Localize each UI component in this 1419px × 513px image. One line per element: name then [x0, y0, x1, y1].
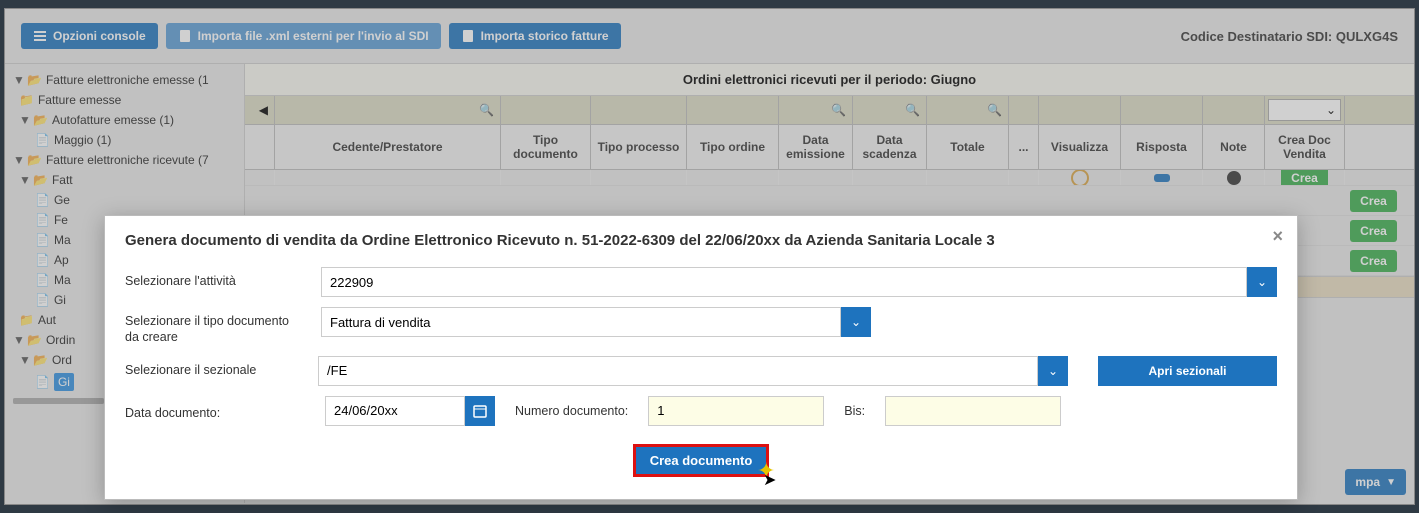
- panel-title: Ordini elettronici ricevuti per il perio…: [245, 64, 1414, 96]
- label-bis: Bis:: [844, 404, 865, 418]
- col-note[interactable]: Note: [1203, 125, 1265, 169]
- view-icon[interactable]: [1071, 170, 1089, 186]
- search-icon: 🔍: [987, 103, 1002, 117]
- crea-button[interactable]: Crea: [1350, 220, 1397, 242]
- import-xml-label: Importa file .xml esterni per l'invio al…: [198, 29, 429, 43]
- import-xml-button[interactable]: Importa file .xml esterni per l'invio al…: [166, 23, 441, 49]
- filter-de[interactable]: 🔍: [779, 96, 853, 124]
- filter-crea[interactable]: ⌄: [1265, 96, 1345, 124]
- filter-vis: [1039, 96, 1121, 124]
- crea-button[interactable]: Crea: [1281, 170, 1328, 186]
- import-history-button[interactable]: Importa storico fatture: [449, 23, 621, 49]
- filter-ced[interactable]: 🔍: [275, 96, 501, 124]
- tree-fee[interactable]: ▼📂Fatture elettroniche emesse (1: [13, 70, 240, 90]
- response-button[interactable]: [1154, 174, 1170, 182]
- filter-proc: [591, 96, 687, 124]
- col-ord[interactable]: Tipo ordine: [687, 125, 779, 169]
- filter-row: ◀ 🔍 🔍 🔍 🔍 ⌄: [245, 96, 1414, 125]
- activity-select[interactable]: [321, 267, 1247, 297]
- label-sezionale: Selezionare il sezionale: [125, 356, 302, 378]
- doc-date-input[interactable]: [325, 396, 465, 426]
- col-de[interactable]: Data emissione: [779, 125, 853, 169]
- filter-risp: [1121, 96, 1203, 124]
- col-tipo[interactable]: Tipo documento: [501, 125, 591, 169]
- tree-fer[interactable]: ▼📂Fatture elettroniche ricevute (7: [13, 150, 240, 170]
- bis-input[interactable]: [885, 396, 1061, 426]
- sectional-select[interactable]: [318, 356, 1038, 386]
- calendar-button[interactable]: [465, 396, 495, 426]
- col-vis[interactable]: Visualizza: [1039, 125, 1121, 169]
- col-risp[interactable]: Risposta: [1121, 125, 1203, 169]
- chevron-down-icon: ▼: [1386, 477, 1396, 488]
- doctype-select[interactable]: [321, 307, 841, 337]
- label-tipodoc: Selezionare il tipo documento da creare: [125, 307, 305, 346]
- filter-note: [1203, 96, 1265, 124]
- calendar-icon: [473, 404, 487, 418]
- chevron-down-icon: ⌄: [851, 315, 861, 329]
- note-dot-icon[interactable]: [1227, 171, 1241, 185]
- sdi-code-label: Codice Destinatario SDI: QULXG4S: [1181, 29, 1398, 44]
- label-date: Data documento:: [125, 399, 305, 421]
- doc-number-input[interactable]: [648, 396, 824, 426]
- chevron-down-icon: ⌄: [1257, 275, 1267, 289]
- col-proc[interactable]: Tipo processo: [591, 125, 687, 169]
- filter-ord: [687, 96, 779, 124]
- table-header: Cedente/Prestatore Tipo documento Tipo p…: [245, 125, 1414, 170]
- col-ds[interactable]: Data scadenza: [853, 125, 927, 169]
- filter-dots: [1009, 96, 1039, 124]
- open-sectionals-button[interactable]: Apri sezionali: [1098, 356, 1277, 386]
- filter-tot[interactable]: 🔍: [927, 96, 1009, 124]
- col-ced[interactable]: Cedente/Prestatore: [275, 125, 501, 169]
- tree-afe[interactable]: ▼📂Autofatture emesse (1): [13, 110, 240, 130]
- search-icon: 🔍: [479, 103, 494, 117]
- crea-button[interactable]: Crea: [1350, 190, 1397, 212]
- file-icon: [178, 29, 192, 43]
- tree-fatt[interactable]: ▼📂Fatt: [13, 170, 240, 190]
- close-icon[interactable]: ×: [1272, 226, 1283, 247]
- create-document-button[interactable]: Crea documento: [633, 444, 770, 477]
- tree-maggio[interactable]: 📄Maggio (1): [13, 130, 240, 150]
- sectional-dropdown-button[interactable]: ⌄: [1038, 356, 1068, 386]
- filter-tipo: [501, 96, 591, 124]
- file-icon: [461, 29, 475, 43]
- chevron-down-icon: ⌄: [1048, 364, 1058, 378]
- doctype-dropdown-button[interactable]: ⌄: [841, 307, 871, 337]
- col-tot[interactable]: Totale: [927, 125, 1009, 169]
- tree-ge[interactable]: 📄Ge: [13, 190, 240, 210]
- search-icon: 🔍: [831, 103, 846, 117]
- col-dots[interactable]: ...: [1009, 125, 1039, 169]
- crea-button[interactable]: Crea: [1350, 250, 1397, 272]
- create-document-modal: × Genera documento di vendita da Ordine …: [104, 215, 1298, 500]
- chevron-down-icon: ⌄: [1326, 103, 1336, 117]
- toolbar: Opzioni console Importa file .xml estern…: [5, 9, 1414, 64]
- modal-title: Genera documento di vendita da Ordine El…: [125, 232, 1277, 249]
- search-icon: 🔍: [905, 103, 920, 117]
- print-button[interactable]: mpa▼: [1345, 469, 1406, 495]
- filter-toggle[interactable]: ◀: [245, 96, 275, 124]
- console-options-label: Opzioni console: [53, 29, 146, 43]
- table-row[interactable]: Crea: [245, 170, 1414, 186]
- table-row[interactable]: Crea: [245, 186, 1414, 216]
- menu-icon: [33, 29, 47, 43]
- col-crea[interactable]: Crea Doc Vendita: [1265, 125, 1345, 169]
- activity-dropdown-button[interactable]: ⌄: [1247, 267, 1277, 297]
- filter-ds[interactable]: 🔍: [853, 96, 927, 124]
- label-numero: Numero documento:: [515, 404, 628, 418]
- label-attivita: Selezionare l'attività: [125, 267, 305, 289]
- tree-fem[interactable]: 📁Fatture emesse: [13, 90, 240, 110]
- console-options-button[interactable]: Opzioni console: [21, 23, 158, 49]
- import-history-label: Importa storico fatture: [481, 29, 609, 43]
